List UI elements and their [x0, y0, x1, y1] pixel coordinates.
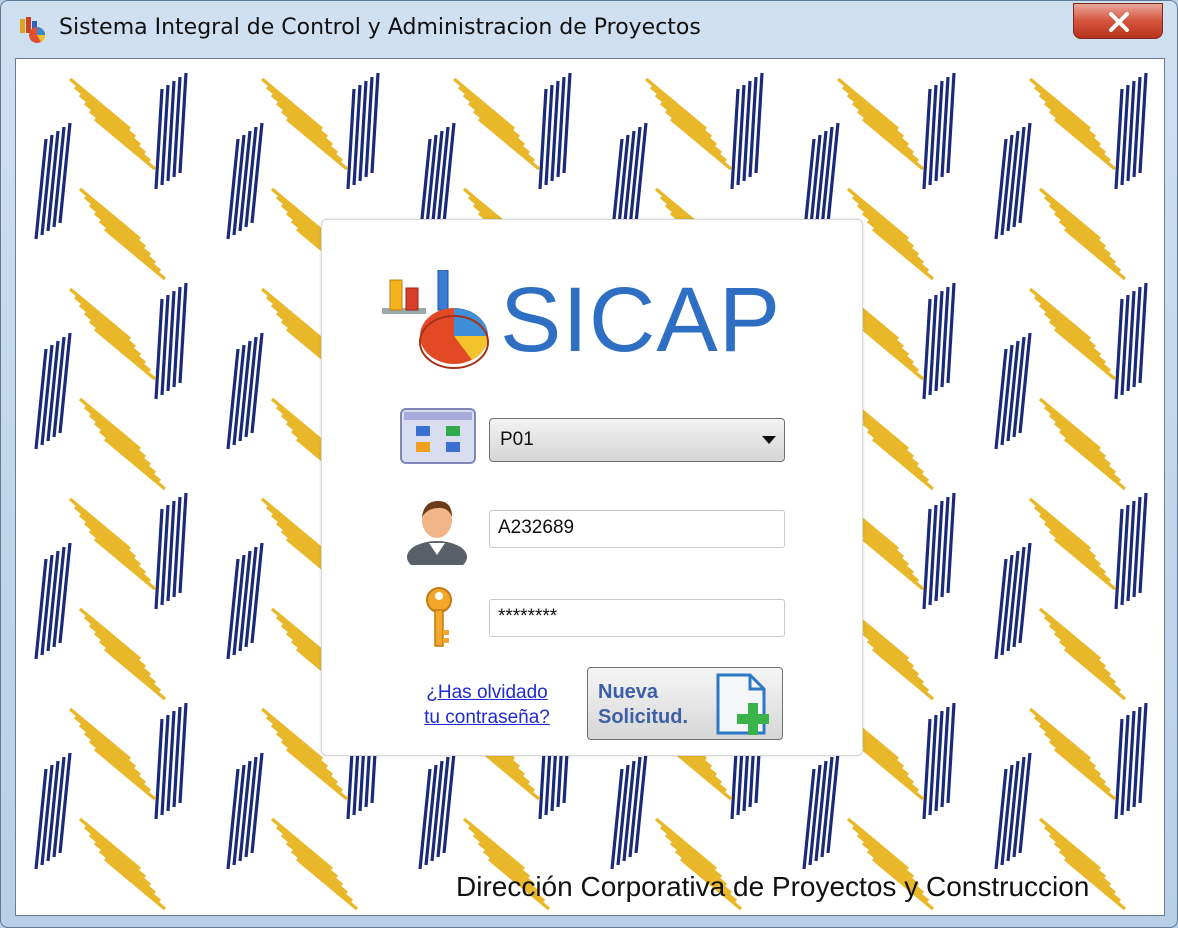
close-button[interactable]: [1073, 3, 1163, 39]
window-title: Sistema Integral de Control y Administra…: [59, 15, 701, 40]
close-icon: [1109, 12, 1129, 32]
pattern-logo-tile: [994, 492, 1148, 701]
chart-pie-logo-icon: [382, 270, 489, 369]
pattern-logo-tile: [34, 702, 188, 911]
title-bar[interactable]: Sistema Integral de Control y Administra…: [1, 1, 1177, 55]
new-request-button[interactable]: Nueva Solicitud.: [587, 667, 783, 740]
new-request-label-line2: Solicitud.: [598, 706, 688, 728]
pattern-logo-tile: [994, 72, 1148, 281]
project-select[interactable]: P01: [489, 418, 785, 462]
pattern-logo-tile: [34, 282, 188, 491]
sicap-logo-text: SICAP: [500, 269, 782, 371]
forgot-password-line1: ¿Has olvidado: [426, 682, 548, 703]
pattern-logo-tile: [34, 72, 188, 281]
login-form-area: SICAP P01 A232689 ******** ¿Has olvidado…: [15, 58, 1165, 916]
document-add-icon: [716, 673, 769, 735]
new-request-label: Nueva Solicitud.: [598, 680, 688, 730]
new-request-label-line1: Nueva: [598, 681, 659, 703]
chart-app-icon: [20, 17, 46, 43]
forgot-password-line2: tu contraseña?: [424, 707, 550, 728]
pattern-logo-tile: [994, 282, 1148, 491]
footer-text: Dirección Corporativa de Proyectos y Con…: [456, 871, 1090, 902]
username-field[interactable]: A232689: [489, 510, 785, 548]
user-icon: [407, 501, 467, 565]
key-icon: [426, 587, 452, 647]
forgot-password-link[interactable]: ¿Has olvidado tu contraseña?: [392, 680, 582, 730]
project-select-value: P01: [500, 429, 534, 450]
login-panel: SICAP P01 A232689 ******** ¿Has olvidado…: [321, 219, 863, 756]
pattern-logo-tile: [34, 492, 188, 701]
project-grid-icon: [400, 408, 476, 464]
password-field[interactable]: ********: [489, 599, 785, 637]
chevron-down-icon[interactable]: [762, 436, 776, 444]
application-window: Sistema Integral de Control y Administra…: [0, 0, 1178, 928]
